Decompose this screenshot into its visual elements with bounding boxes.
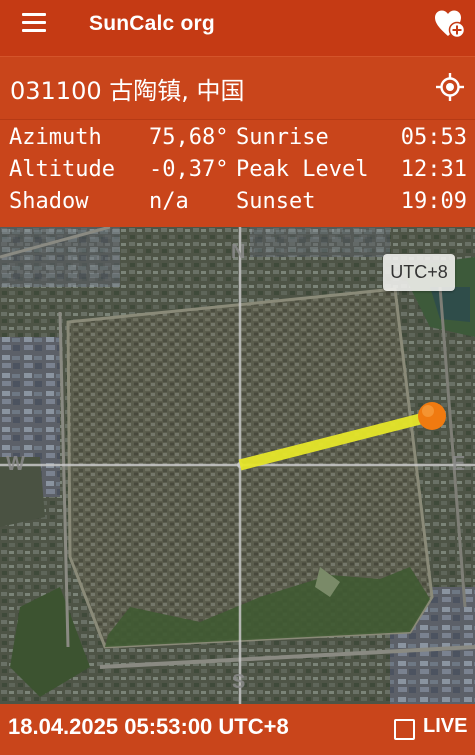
menu-icon[interactable] (22, 13, 46, 33)
timezone-badge[interactable]: UTC+8 (383, 254, 455, 291)
compass-east-label: E (452, 453, 466, 475)
satellite-map[interactable]: N S W E UTC+8 (0, 227, 475, 704)
peak-level-value: 12:31 (400, 157, 467, 182)
altitude-label: Altitude (9, 157, 115, 182)
gps-target-icon[interactable] (436, 73, 464, 101)
info-row: Shadow n/a Sunset 19:09 (0, 189, 475, 221)
sun-info-panel: Azimuth 75,68° Sunrise 05:53 Altitude -0… (0, 119, 475, 227)
azimuth-value: 75,68° (149, 125, 229, 150)
shadow-value: n/a (149, 189, 189, 214)
info-row: Altitude -0,37° Peak Level 12:31 (0, 157, 475, 189)
sunset-value: 19:09 (400, 189, 467, 214)
sunrise-value: 05:53 (400, 125, 467, 150)
app-title: SunCalc org (89, 12, 215, 35)
heart-plus-icon[interactable] (434, 9, 466, 39)
sunrise-label: Sunrise (236, 125, 329, 150)
info-row: Azimuth 75,68° Sunrise 05:53 (0, 125, 475, 157)
app-bar: SunCalc org (0, 0, 475, 56)
altitude-value: -0,37° (149, 157, 229, 182)
compass-north-label: N (231, 241, 246, 263)
sunset-label: Sunset (236, 189, 316, 214)
peak-level-label: Peak Level (236, 157, 369, 182)
datetime-bar: 18.04.2025 05:53:00 UTC+8 LIVE (0, 704, 475, 755)
live-label[interactable]: LIVE (423, 715, 467, 738)
compass-south-label: S (232, 671, 246, 693)
compass-west-label: W (6, 453, 25, 475)
location-bar: 031100 古陶镇, 中国 (0, 56, 475, 119)
azimuth-label: Azimuth (9, 125, 102, 150)
shadow-label: Shadow (9, 189, 89, 214)
datetime-display[interactable]: 18.04.2025 05:53:00 UTC+8 (8, 714, 289, 740)
satellite-imagery (0, 227, 475, 704)
live-checkbox[interactable] (394, 719, 415, 740)
location-text[interactable]: 031100 古陶镇, 中国 (10, 71, 245, 106)
